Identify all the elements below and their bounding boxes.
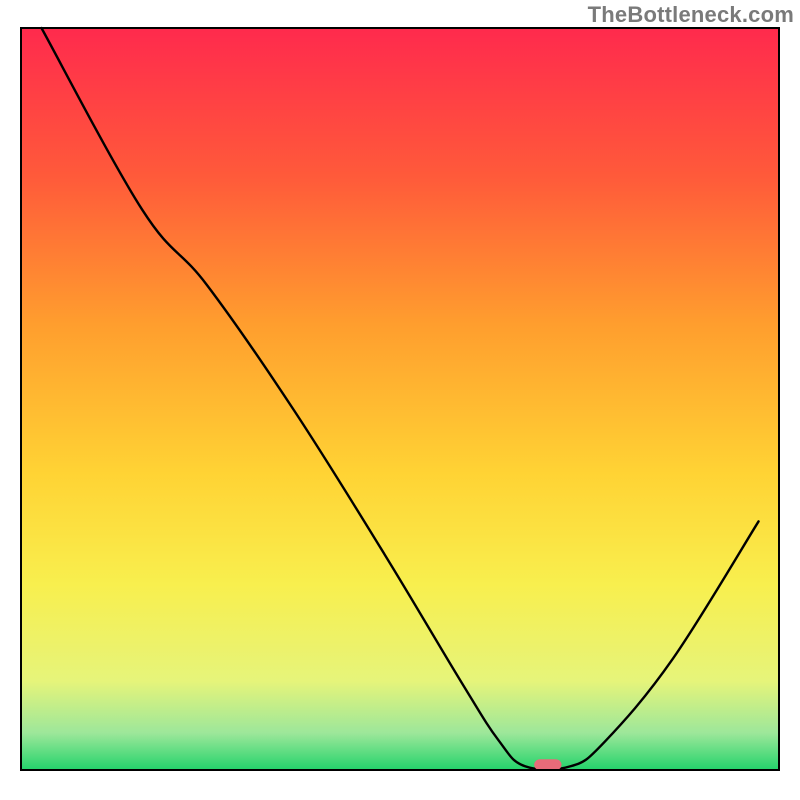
chart-container: TheBottleneck.com [0,0,800,800]
optimal-marker [534,759,561,770]
watermark-text: TheBottleneck.com [588,2,794,28]
bottleneck-chart [0,0,800,800]
plot-background [21,28,779,770]
